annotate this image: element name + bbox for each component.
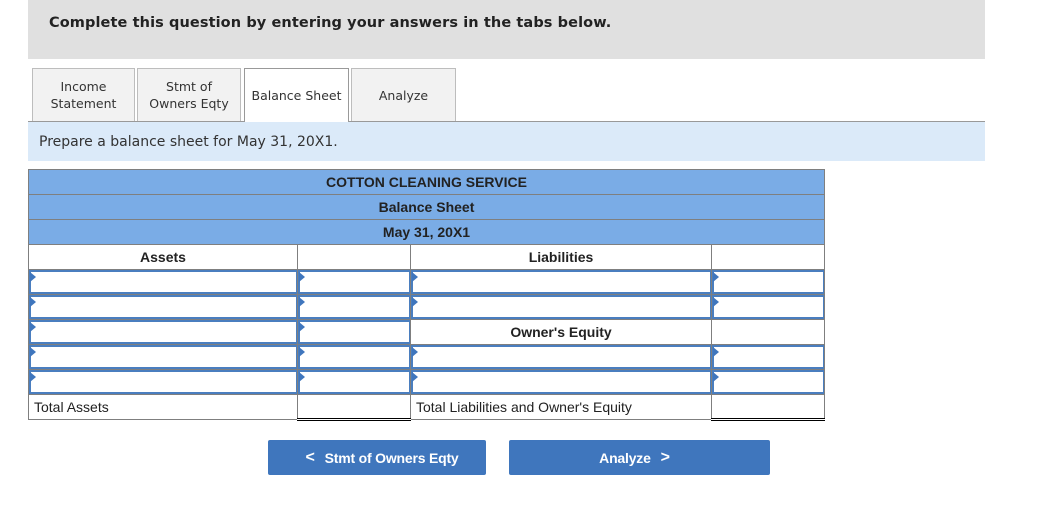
liability-name-dropdown[interactable] (411, 295, 711, 319)
company-name: COTTON CLEANING SERVICE (28, 169, 825, 195)
total-assets-value (297, 394, 411, 421)
chevron-left-icon: < (305, 448, 315, 466)
equity-amount-input[interactable] (712, 345, 824, 369)
tab-balance-sheet[interactable]: Balance Sheet (244, 68, 349, 122)
empty-cell (711, 244, 825, 270)
liabilities-header: Liabilities (410, 244, 712, 270)
prev-button[interactable]: < Stmt of Owners Eqty (268, 440, 486, 475)
asset-name-dropdown[interactable] (29, 320, 297, 344)
tab-label-line1: Income (60, 79, 107, 94)
total-assets-label: Total Assets (28, 394, 298, 420)
next-button[interactable]: Analyze > (509, 440, 770, 475)
banner-text: Complete this question by entering your … (49, 15, 612, 31)
asset-amount-input[interactable] (298, 295, 410, 319)
balance-sheet-table: COTTON CLEANING SERVICE Balance Sheet Ma… (28, 169, 825, 421)
table-row (28, 294, 825, 320)
liability-amount-input[interactable] (712, 270, 824, 294)
tab-income-statement[interactable]: Income Statement (32, 68, 135, 121)
tab-label-line2: Owners Eqty (149, 96, 229, 111)
total-liab-equity-value (711, 394, 825, 421)
equity-name-dropdown[interactable] (411, 345, 711, 369)
asset-amount-input[interactable] (298, 270, 410, 294)
chevron-right-icon: > (660, 448, 670, 466)
prev-button-label: Stmt of Owners Eqty (324, 449, 459, 466)
equity-name-dropdown[interactable] (411, 370, 711, 394)
statement-date: May 31, 20X1 (28, 219, 825, 245)
asset-name-dropdown[interactable] (29, 270, 297, 294)
table-row (28, 369, 825, 395)
instructions-banner: Complete this question by entering your … (28, 0, 985, 59)
tab-label-line1: Stmt of (166, 79, 212, 94)
owners-equity-header: Owner's Equity (410, 319, 712, 345)
tab-label-line2: Statement (50, 96, 117, 111)
asset-amount-input[interactable] (298, 345, 410, 369)
tab-label: Balance Sheet (251, 88, 342, 103)
table-row: Owner's Equity (28, 319, 825, 345)
table-row (28, 269, 825, 295)
table-row (28, 344, 825, 370)
asset-name-dropdown[interactable] (29, 345, 297, 369)
totals-row: Total Assets Total Liabilities and Owner… (28, 394, 825, 421)
tab-stmt-owners-eqty[interactable]: Stmt of Owners Eqty (137, 68, 241, 121)
total-liab-equity-label: Total Liabilities and Owner's Equity (410, 394, 712, 420)
tab-label: Analyze (378, 87, 429, 103)
instruction-text: Prepare a balance sheet for May 31, 20X1… (39, 134, 338, 150)
asset-amount-input[interactable] (298, 370, 410, 394)
liability-name-dropdown[interactable] (411, 270, 711, 294)
assets-header: Assets (28, 244, 298, 270)
empty-cell (711, 319, 825, 345)
tab-analyze[interactable]: Analyze (351, 68, 456, 121)
asset-amount-input[interactable] (298, 320, 410, 344)
asset-name-dropdown[interactable] (29, 370, 297, 394)
empty-cell (297, 244, 411, 270)
instruction-bar: Prepare a balance sheet for May 31, 20X1… (28, 121, 985, 161)
equity-amount-input[interactable] (712, 370, 824, 394)
next-button-label: Analyze (599, 449, 651, 466)
liability-amount-input[interactable] (712, 295, 824, 319)
asset-name-dropdown[interactable] (29, 295, 297, 319)
statement-title: Balance Sheet (28, 194, 825, 220)
